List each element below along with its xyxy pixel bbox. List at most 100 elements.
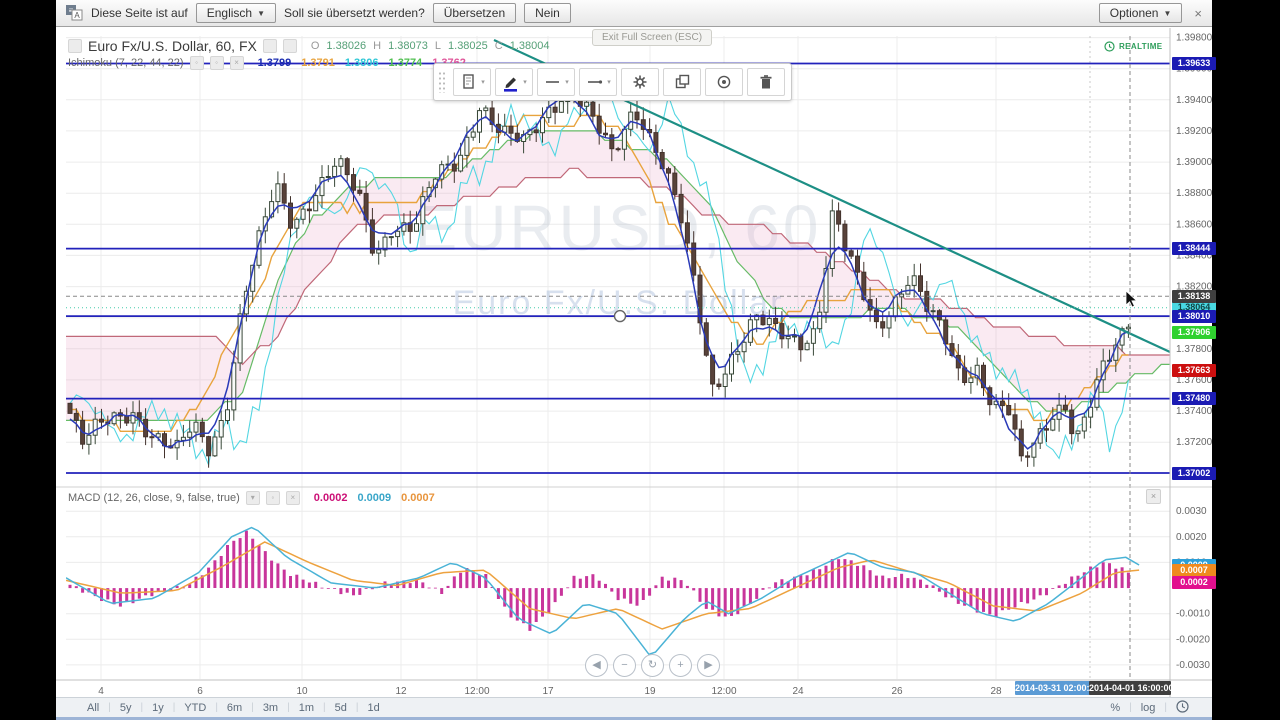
eye-icon[interactable]: ◦: [190, 56, 204, 70]
translate-bar: ≡A Diese Seite ist auf Englisch▼ Soll si…: [56, 0, 1212, 27]
line-style-button[interactable]: ▾: [537, 68, 575, 96]
svg-text:A: A: [74, 11, 80, 20]
macd-value: 0.0002: [314, 492, 348, 504]
line-drag-handle[interactable]: [615, 311, 626, 322]
chevron-down-icon: ▾: [481, 78, 485, 86]
time-axis-badge: 2014-03-31 02:00:0: [1015, 681, 1091, 695]
range-all[interactable]: All: [78, 702, 108, 714]
price-axis-badge: 1.37663: [1172, 364, 1216, 377]
chevron-down-icon: ▼: [1163, 9, 1171, 18]
drag-handle[interactable]: [438, 71, 447, 93]
svg-text:26: 26: [891, 686, 903, 697]
pencil-icon: [501, 72, 521, 92]
ichimoku-value: 1.3774: [389, 57, 423, 69]
scroll-right-button[interactable]: ▶: [697, 654, 720, 677]
pencil-button[interactable]: ▾: [495, 68, 533, 96]
translate-message: Diese Seite ist auf: [91, 6, 188, 20]
gear-button[interactable]: [621, 68, 659, 96]
svg-text:12:00: 12:00: [711, 686, 736, 697]
price-axis-badge: 1.38444: [1172, 242, 1216, 255]
svg-text:1.39800: 1.39800: [1176, 33, 1212, 44]
collapse-icon[interactable]: ▾: [246, 491, 260, 505]
zoom-out-button[interactable]: −: [613, 654, 636, 677]
svg-text:19: 19: [644, 686, 656, 697]
svg-text:17: 17: [542, 686, 554, 697]
svg-text:1.39200: 1.39200: [1176, 126, 1212, 137]
gear-icon[interactable]: ◦: [266, 491, 280, 505]
svg-text:10: 10: [296, 686, 308, 697]
macd-value: 0.0007: [401, 492, 435, 504]
ichimoku-label: Ichimoku (7, 22, 44, 22): [68, 57, 184, 69]
translate-icon: ≡A: [66, 5, 83, 21]
macd-values: 0.0002 0.0009 0.0007: [314, 492, 435, 504]
translate-question: Soll sie übersetzt werden?: [284, 6, 425, 20]
ohlc-key: L: [435, 40, 441, 52]
range-5d[interactable]: 5d: [326, 702, 356, 714]
close-icon[interactable]: ×: [286, 491, 300, 505]
eye-button[interactable]: [705, 68, 743, 96]
language-select[interactable]: Englisch▼: [196, 3, 276, 23]
trash-button[interactable]: [747, 68, 785, 96]
template-button[interactable]: ▾: [453, 68, 491, 96]
range-5y[interactable]: 5y: [111, 702, 141, 714]
clock-button[interactable]: [1167, 700, 1198, 716]
range-3m[interactable]: 3m: [254, 702, 287, 714]
macd-value: 0.0009: [357, 492, 391, 504]
bottom-toolbar: All|5y|1y|YTD|6m|3m|1m|5d|1d %|log |: [56, 697, 1212, 717]
range-6m[interactable]: 6m: [218, 702, 251, 714]
range-1m[interactable]: 1m: [290, 702, 323, 714]
macd-row: MACD (12, 26, close, 9, false, true) ▾ ◦…: [68, 491, 435, 505]
symbol-menu-icon[interactable]: [68, 39, 82, 53]
svg-text:0.0020: 0.0020: [1176, 532, 1207, 543]
compare-icon[interactable]: [263, 39, 277, 53]
line-end-button[interactable]: ▾: [579, 68, 617, 96]
price-axis-badge: 1.37480: [1172, 392, 1216, 405]
symbol-header: Euro Fx/U.S. Dollar, 60, FX O1.38026H1.3…: [68, 38, 550, 54]
detach-icon[interactable]: [283, 39, 297, 53]
price-axis-badge: 1.39633: [1172, 57, 1216, 70]
chart-application: EURUSD, 60Euro Fx/U.S. Dollar1.370001.37…: [56, 0, 1212, 720]
range-1y[interactable]: 1y: [143, 702, 173, 714]
eye-icon: [714, 72, 734, 92]
gear-icon[interactable]: ◦: [210, 56, 224, 70]
chart-canvas[interactable]: EURUSD, 60Euro Fx/U.S. Dollar1.370001.37…: [56, 0, 1212, 720]
clock-icon: [1104, 41, 1115, 52]
options-button[interactable]: Optionen▼: [1099, 3, 1183, 23]
chevron-down-icon: ▼: [257, 9, 265, 18]
clock-icon: [1176, 700, 1189, 713]
svg-text:28: 28: [990, 686, 1002, 697]
ohlc-values: O1.38026H1.38073L1.38025C1.38004: [311, 40, 550, 52]
svg-text:12: 12: [395, 686, 407, 697]
fullscreen-tooltip: Exit Full Screen (ESC): [592, 29, 712, 46]
svg-text:1.37200: 1.37200: [1176, 437, 1212, 448]
price-axis-badge: 1.37002: [1172, 467, 1216, 480]
range-ytd[interactable]: YTD: [175, 702, 215, 714]
svg-text:-0.0010: -0.0010: [1176, 609, 1210, 620]
scroll-left-button[interactable]: ◀: [585, 654, 608, 677]
clone-button[interactable]: [663, 68, 701, 96]
ohlc-key: H: [373, 40, 381, 52]
translate-button[interactable]: Übersetzen: [433, 3, 516, 23]
reset-button[interactable]: ↻: [641, 654, 664, 677]
trash-icon: [756, 72, 776, 92]
range-1d[interactable]: 1d: [358, 702, 388, 714]
drawing-toolbar: ▾ ▾ ▾ ▾: [433, 63, 792, 101]
chevron-down-icon: ▾: [523, 78, 527, 86]
ohlc-key: C: [495, 40, 503, 52]
zoom-in-button[interactable]: +: [669, 654, 692, 677]
svg-text:-0.0030: -0.0030: [1176, 660, 1210, 671]
price-axis-badge: 1.38010: [1172, 310, 1216, 323]
svg-text:1.37400: 1.37400: [1176, 406, 1212, 417]
no-button[interactable]: Nein: [524, 3, 571, 23]
symbol-title: Euro Fx/U.S. Dollar, 60, FX: [88, 38, 257, 54]
svg-text:4: 4: [98, 686, 104, 697]
ohlc-value: 1.38025: [448, 40, 488, 52]
close-icon[interactable]: ×: [1194, 6, 1202, 21]
ichimoku-value: 1.3791: [301, 57, 335, 69]
macd-panel-close-icon[interactable]: ×: [1146, 489, 1161, 504]
chevron-down-icon: ▾: [565, 78, 569, 86]
close-icon[interactable]: ×: [230, 56, 244, 70]
scale-log[interactable]: log: [1132, 702, 1165, 714]
ohlc-key: O: [311, 40, 320, 52]
scale-percent[interactable]: %: [1101, 702, 1129, 714]
